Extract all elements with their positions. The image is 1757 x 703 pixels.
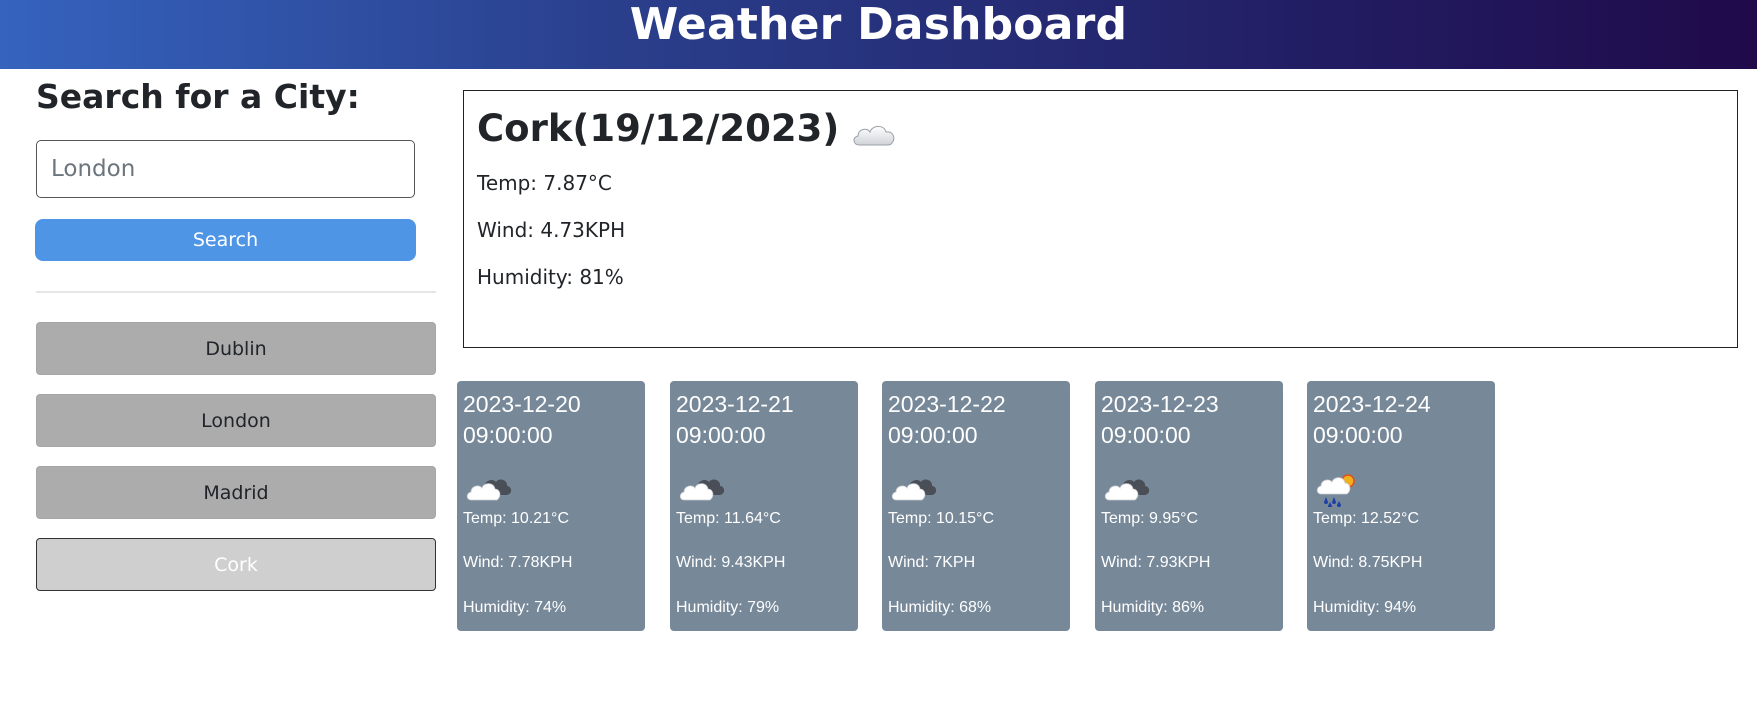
cloud-icon: [851, 114, 897, 145]
history-button-london[interactable]: London: [36, 394, 436, 447]
current-city-date: Cork(19/12/2023): [477, 107, 840, 150]
current-temp: Temp: 7.87°C: [477, 171, 612, 195]
forecast-temp: Temp: 10.15°C: [888, 510, 995, 527]
current-humidity: Humidity: 81%: [477, 265, 624, 289]
page-title: Weather Dashboard: [629, 0, 1128, 50]
partly-cloudy-icon: [465, 467, 515, 507]
forecast-card: 2023-12-22 09:00:00 Temp: 10.15°C Wind: …: [882, 381, 1070, 631]
forecast-temp: Temp: 10.21°C: [463, 510, 570, 527]
current-wind: Wind: 4.73KPH: [477, 218, 626, 242]
history-button-cork[interactable]: Cork: [36, 538, 436, 591]
history-button-dublin[interactable]: Dublin: [36, 322, 436, 375]
partly-cloudy-icon: [890, 467, 940, 507]
rain-sun-icon: [1315, 467, 1365, 508]
forecast-wind: Wind: 7.78KPH: [463, 554, 573, 571]
divider: [36, 291, 436, 293]
forecast-temp: Temp: 12.52°C: [1313, 510, 1420, 527]
search-title: Search for a City:: [36, 77, 360, 116]
current-weather-title: Cork(19/12/2023): [477, 107, 897, 150]
forecast-date: 2023-12-24 09:00:00: [1313, 391, 1431, 448]
forecast-date: 2023-12-22 09:00:00: [888, 391, 1006, 448]
city-search-input[interactable]: [36, 140, 415, 198]
forecast-temp: Temp: 11.64°C: [676, 510, 781, 527]
current-weather-panel: Cork(19/12/2023) Temp: 7.87°C Wind: 4.73…: [463, 90, 1738, 348]
forecast-wind: Wind: 7.93KPH: [1101, 554, 1211, 571]
page-header: Weather Dashboard: [0, 0, 1757, 69]
forecast-card: 2023-12-23 09:00:00 Temp: 9.95°C Wind: 7…: [1095, 381, 1283, 631]
forecast-humidity: Humidity: 79%: [676, 599, 780, 616]
forecast-card: 2023-12-24 09:00:00 Temp: 12.52°C Wind: …: [1307, 381, 1495, 631]
search-history: Dublin London Madrid Cork: [36, 322, 436, 610]
forecast-wind: Wind: 9.43KPH: [676, 554, 786, 571]
forecast-humidity: Humidity: 94%: [1313, 599, 1417, 616]
forecast-card: 2023-12-21 09:00:00 Temp: 11.64°C Wind: …: [670, 381, 858, 631]
forecast-wind: Wind: 7KPH: [888, 554, 976, 571]
partly-cloudy-icon: [678, 467, 728, 507]
forecast-row: 2023-12-20 09:00:00 Temp: 10.21°C Wind: …: [457, 381, 1557, 631]
forecast-temp: Temp: 9.95°C: [1101, 510, 1199, 527]
search-button[interactable]: Search: [35, 219, 416, 261]
forecast-wind: Wind: 8.75KPH: [1313, 554, 1423, 571]
forecast-card: 2023-12-20 09:00:00 Temp: 10.21°C Wind: …: [457, 381, 645, 631]
forecast-date: 2023-12-23 09:00:00: [1101, 391, 1219, 448]
forecast-date: 2023-12-21 09:00:00: [676, 391, 794, 448]
history-button-madrid[interactable]: Madrid: [36, 466, 436, 519]
forecast-humidity: Humidity: 74%: [463, 599, 567, 616]
partly-cloudy-icon: [1103, 467, 1153, 507]
forecast-date: 2023-12-20 09:00:00: [463, 391, 581, 448]
forecast-humidity: Humidity: 68%: [888, 599, 992, 616]
forecast-humidity: Humidity: 86%: [1101, 599, 1205, 616]
